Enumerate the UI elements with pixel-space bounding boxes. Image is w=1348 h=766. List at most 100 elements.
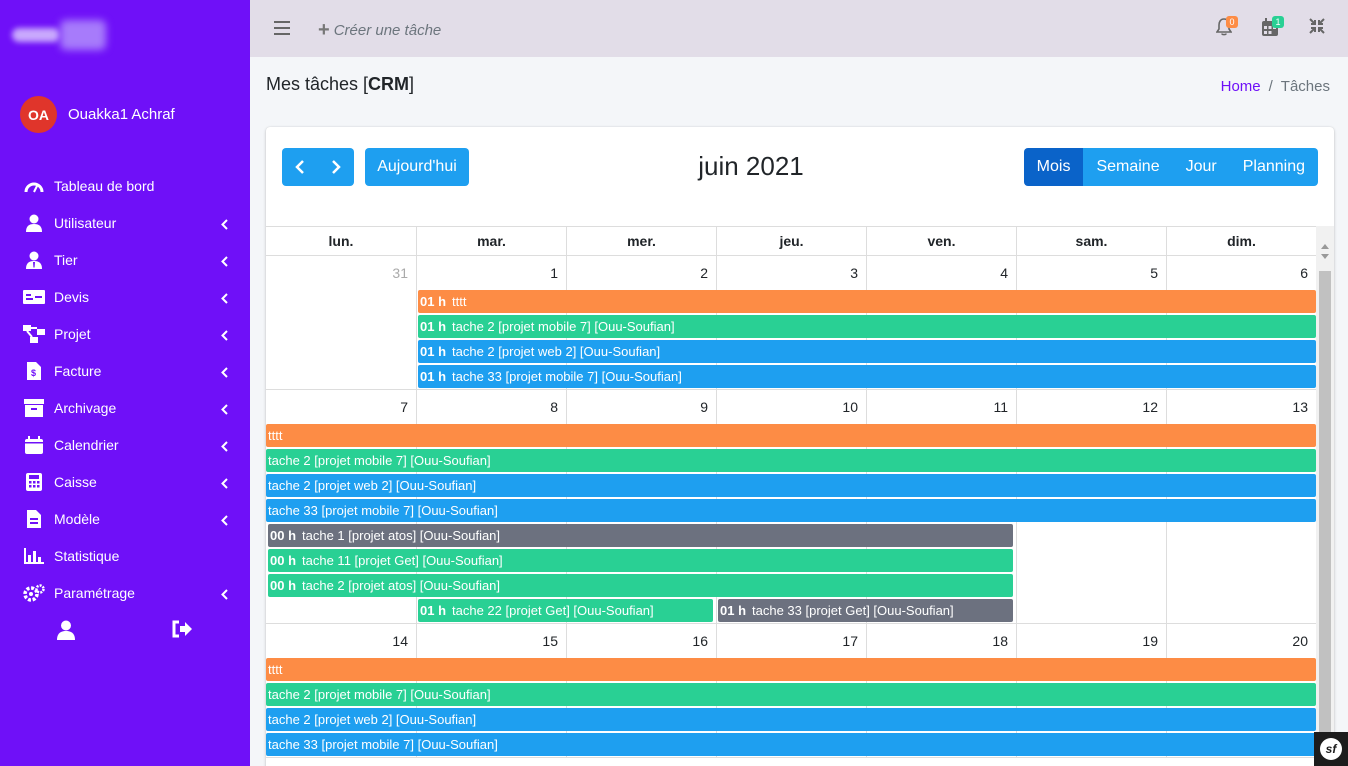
user-icon bbox=[23, 213, 45, 233]
day-number[interactable]: 19 bbox=[1142, 633, 1158, 649]
sidebar-item-2[interactable]: Utilisateur bbox=[0, 204, 250, 241]
week-row: 31 1 2 3 4 5 6 01 h tttt 01 h tache 2 [projet mobi… bbox=[266, 256, 1316, 390]
calendar-event[interactable]: tache 33 [projet mobile 7] [Ouu-Soufian] bbox=[266, 733, 1316, 756]
sidebar-item-3[interactable]: Tier bbox=[0, 241, 250, 278]
event-title: tache 2 [projet mobile 7] [Ouu-Soufian] bbox=[268, 453, 491, 468]
sidebar: OA Ouakka1 Achraf Tableau de bord Utilisa… bbox=[0, 0, 250, 766]
sidebar-item-12[interactable]: Paramétrage bbox=[0, 574, 250, 611]
view-button-2[interactable]: Semaine bbox=[1083, 148, 1173, 186]
event-time: 01 h bbox=[420, 344, 447, 359]
day-number[interactable]: 20 bbox=[1292, 633, 1308, 649]
scroll-up-arrow[interactable] bbox=[1321, 244, 1329, 249]
calendar-event[interactable]: 01 h tache 2 [projet mobile 7] [Ouu-Soufi… bbox=[418, 315, 1316, 338]
day-number[interactable]: 5 bbox=[1150, 265, 1158, 281]
day-number[interactable]: 12 bbox=[1142, 399, 1158, 415]
cogs-icon bbox=[23, 583, 45, 603]
weekday-label: lun. bbox=[328, 233, 354, 249]
user-name[interactable]: Ouakka1 Achraf bbox=[68, 106, 175, 123]
scroll-thumb[interactable] bbox=[1319, 271, 1331, 766]
day-number[interactable]: 13 bbox=[1292, 399, 1308, 415]
sidebar-item-1[interactable]: Tableau de bord bbox=[0, 167, 250, 204]
sidebar-item-8[interactable]: Calendrier bbox=[0, 426, 250, 463]
sidebar-item-label: Modèle bbox=[54, 510, 100, 527]
logout-icon[interactable] bbox=[172, 620, 192, 643]
scroll-down-arrow[interactable] bbox=[1321, 254, 1329, 259]
calendar-notify-icon[interactable]: 1 bbox=[1262, 16, 1284, 41]
profile-icon[interactable] bbox=[57, 620, 75, 645]
view-switcher: Mois Semaine Jour Planning bbox=[1023, 148, 1318, 186]
view-button-1[interactable]: Mois bbox=[1023, 148, 1084, 186]
calendar-event[interactable]: tache 2 [projet web 2] [Ouu-Soufian] bbox=[266, 474, 1316, 497]
brand-logo[interactable] bbox=[12, 16, 108, 56]
sidebar-item-label: Calendrier bbox=[54, 436, 119, 453]
calendar-event[interactable]: 01 h tache 2 [projet web 2] [Ouu-Soufian] bbox=[418, 340, 1316, 363]
event-time: 00 h bbox=[270, 528, 297, 543]
calendar-icon bbox=[23, 435, 45, 455]
calendar-event[interactable]: 01 h tache 33 [projet Get] [Ouu-Soufian] bbox=[718, 599, 1013, 622]
day-cell[interactable]: 31 bbox=[266, 256, 416, 389]
sidebar-item-7[interactable]: Archivage bbox=[0, 389, 250, 426]
calculator-icon bbox=[23, 472, 45, 492]
day-number[interactable]: 1 bbox=[550, 265, 558, 281]
page-title-prefix: Mes tâches [ bbox=[266, 74, 369, 94]
sidebar-footer bbox=[0, 620, 250, 642]
calendar-event[interactable]: 01 h tache 33 [projet mobile 7] [Ouu-Souf… bbox=[418, 365, 1316, 388]
day-number[interactable]: 16 bbox=[692, 633, 708, 649]
calendar-event[interactable]: 00 h tache 1 [projet atos] [Ouu-Soufian] bbox=[268, 524, 1013, 547]
plus-icon: + bbox=[318, 19, 330, 41]
view-button-3[interactable]: Jour bbox=[1172, 148, 1230, 186]
event-time: 01 h bbox=[420, 294, 447, 309]
chevron-left-icon bbox=[221, 439, 228, 455]
day-number[interactable]: 17 bbox=[842, 633, 858, 649]
menu-toggle-icon[interactable] bbox=[274, 21, 290, 40]
day-number[interactable]: 3 bbox=[850, 265, 858, 281]
calendar-event[interactable]: 01 h tttt bbox=[418, 290, 1316, 313]
day-number[interactable]: 10 bbox=[842, 399, 858, 415]
day-number[interactable]: 18 bbox=[992, 633, 1008, 649]
event-title: tache 11 [projet Get] [Ouu-Soufian] bbox=[302, 553, 503, 568]
top-navbar: + Créer une tâche 0 1 bbox=[250, 0, 1348, 57]
calendar-event[interactable]: 00 h tache 11 [projet Get] [Ouu-Soufian] bbox=[268, 549, 1013, 572]
day-number[interactable]: 15 bbox=[542, 633, 558, 649]
event-title: tttt bbox=[452, 294, 467, 309]
user-panel[interactable]: OA Ouakka1 Achraf bbox=[20, 96, 175, 133]
chart-bar-icon bbox=[23, 546, 45, 566]
compress-icon[interactable] bbox=[1309, 18, 1325, 39]
day-number[interactable]: 9 bbox=[700, 399, 708, 415]
calendar-event[interactable]: tache 33 [projet mobile 7] [Ouu-Soufian] bbox=[266, 499, 1316, 522]
calendar-event[interactable]: 01 h tache 22 [projet Get] [Ouu-Soufian] bbox=[418, 599, 713, 622]
day-number[interactable]: 7 bbox=[400, 399, 408, 415]
event-title: tache 2 [projet mobile 7] [Ouu-Soufian] bbox=[452, 319, 675, 334]
calendar-event[interactable]: tache 2 [projet web 2] [Ouu-Soufian] bbox=[266, 708, 1316, 731]
sidebar-item-4[interactable]: Devis bbox=[0, 278, 250, 315]
sidebar-item-9[interactable]: Caisse bbox=[0, 463, 250, 500]
calendar-scrollbar[interactable] bbox=[1316, 226, 1334, 766]
symfony-toolbar-toggle[interactable]: sf bbox=[1314, 732, 1348, 766]
create-task-link[interactable]: + Créer une tâche bbox=[318, 19, 441, 42]
event-title: tache 33 [projet mobile 7] [Ouu-Soufian] bbox=[268, 503, 498, 518]
day-number[interactable]: 11 bbox=[993, 399, 1008, 415]
breadcrumb: Home / Tâches bbox=[1221, 78, 1330, 95]
view-button-4[interactable]: Planning bbox=[1229, 148, 1318, 186]
chevron-left-icon bbox=[221, 402, 228, 418]
day-number[interactable]: 31 bbox=[392, 265, 408, 281]
day-number[interactable]: 14 bbox=[392, 633, 408, 649]
calendar-event[interactable]: tttt bbox=[266, 424, 1316, 447]
day-number[interactable]: 6 bbox=[1300, 265, 1308, 281]
calendar-event[interactable]: tttt bbox=[266, 658, 1316, 681]
breadcrumb-home[interactable]: Home bbox=[1221, 78, 1261, 95]
sidebar-item-5[interactable]: Projet bbox=[0, 315, 250, 352]
calendar-event[interactable]: 00 h tache 2 [projet atos] [Ouu-Soufian] bbox=[268, 574, 1013, 597]
sidebar-item-11[interactable]: Statistique bbox=[0, 537, 250, 574]
sidebar-item-10[interactable]: Modèle bbox=[0, 500, 250, 537]
day-number[interactable]: 4 bbox=[1000, 265, 1008, 281]
sidebar-item-6[interactable]: $ Facture bbox=[0, 352, 250, 389]
day-number[interactable]: 2 bbox=[700, 265, 708, 281]
calendar-event[interactable]: tache 2 [projet mobile 7] [Ouu-Soufian] bbox=[266, 449, 1316, 472]
calendar-card: Aujourd'hui juin 2021 Mois Semaine Jour Pla… bbox=[266, 127, 1334, 766]
day-number[interactable]: 8 bbox=[550, 399, 558, 415]
event-time: 01 h bbox=[420, 603, 447, 618]
notification-bell-icon[interactable]: 0 bbox=[1215, 16, 1238, 41]
month-grid: lun. mar. mer. jeu. ven. sam. dim. 31 1 2 3 4 5 6 01 … bbox=[266, 226, 1316, 758]
calendar-event[interactable]: tache 2 [projet mobile 7] [Ouu-Soufian] bbox=[266, 683, 1316, 706]
